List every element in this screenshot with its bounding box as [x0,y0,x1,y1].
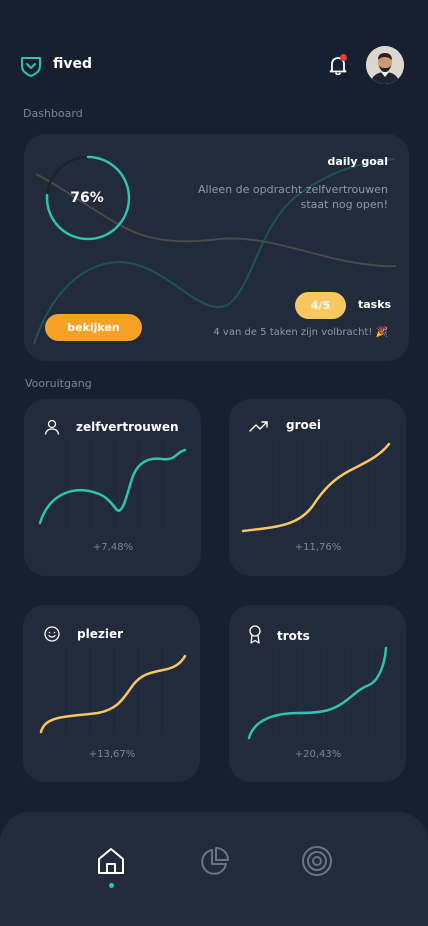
tasks-pill: 4/5 [295,292,346,319]
progress-card-groei[interactable]: groei +11,76% [229,399,406,576]
progress-card-zelfvertrouwen[interactable]: zelfvertrouwen +7,48% [24,399,201,576]
app-name: fived [53,56,93,72]
card-value: +7,48% [92,542,134,553]
shield-check-icon [21,57,41,77]
progress-section-label: Vooruitgang [25,377,92,390]
tasks-text: 4 van de 5 taken zijn volbracht! 🎉 [213,327,388,338]
card-value: +13,67% [88,749,136,760]
daily-goal-text: Alleen de opdracht zelfvertrouwen staat … [198,183,388,211]
user-avatar[interactable] [366,46,404,84]
progress-card-plezier[interactable]: plezier +13,67% [23,605,200,782]
card-value: +11,76% [294,542,342,553]
pie-chart-icon[interactable] [198,846,230,878]
bottom-navigation [0,812,428,926]
notification-badge [340,54,347,61]
progress-card-trots[interactable]: trots +20,43% [229,605,406,782]
target-icon[interactable] [301,845,333,877]
card-value: +20,43% [294,749,342,760]
progress-percent: 76% [70,190,104,206]
tasks-label: tasks [358,298,392,311]
dashboard-label: Dashboard [23,107,83,120]
view-button[interactable]: bekijken [45,314,142,341]
active-indicator [109,883,114,888]
home-icon[interactable] [96,846,126,876]
daily-goal-title: daily goal [327,155,388,168]
